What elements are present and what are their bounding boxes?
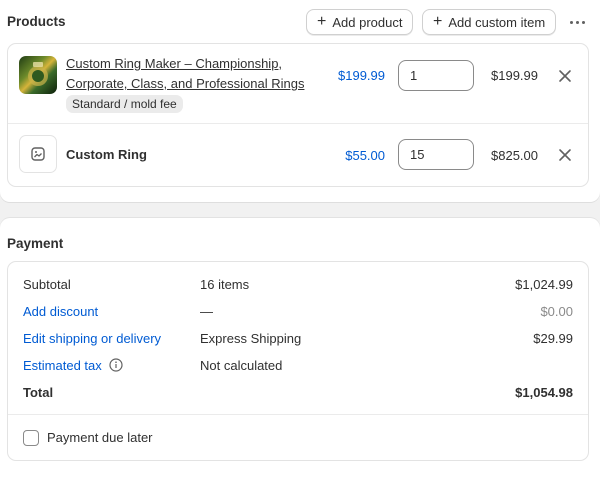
total-value: $1,054.98 [515,385,573,400]
payment-due-later-checkbox[interactable] [23,430,39,446]
plus-icon: + [317,13,327,30]
edit-shipping-link[interactable]: Edit shipping or delivery [23,331,161,346]
divider [8,414,588,415]
product-name-line1: Custom Ring Maker – Championship, [66,56,283,71]
payment-card: Subtotal 16 items $1,024.99 Add discount… [7,261,589,461]
quantity-input[interactable] [398,60,474,91]
line-total: $825.00 [491,148,538,163]
line-item: Custom Ring $55.00 $825.00 [8,124,588,187]
remove-item-icon[interactable] [558,148,572,162]
more-actions-icon[interactable] [566,13,588,31]
line-item: Custom Ring Maker – Championship, Corpor… [8,44,588,123]
products-heading: Products [7,14,66,29]
plus-icon: + [433,13,443,30]
payment-section: Payment Subtotal 16 items $1,024.99 Add … [0,218,600,478]
estimated-tax-label: Estimated tax [23,358,102,373]
line-total: $199.99 [491,68,538,83]
quantity-input[interactable] [398,139,474,170]
products-section: Products + Add product + Add custom item… [0,0,600,202]
product-name-link[interactable]: Custom Ring Maker – Championship, Corpor… [66,54,304,94]
add-custom-item-button[interactable]: + Add custom item [422,9,557,35]
tax-detail: Not calculated [200,358,283,373]
payment-heading: Payment [7,236,64,251]
unit-price-link[interactable]: $199.99 [338,68,385,83]
product-thumbnail [19,56,57,94]
total-label: Total [23,385,54,400]
add-product-button[interactable]: + Add product [306,9,414,35]
info-icon[interactable] [109,358,123,372]
image-placeholder-icon [31,147,45,161]
add-custom-item-label: Add custom item [448,14,546,30]
product-placeholder [19,135,57,173]
subtotal-value: $1,024.99 [515,277,573,292]
payment-due-later-label[interactable]: Payment due later [47,430,153,445]
shipping-value: $29.99 [533,331,573,346]
variant-badge: Standard / mold fee [66,95,183,113]
add-product-label: Add product [332,14,403,30]
estimated-tax-link[interactable]: Estimated tax [23,358,123,373]
unit-price-link[interactable]: $55.00 [345,148,385,163]
remove-item-icon[interactable] [558,69,572,83]
subtotal-detail: 16 items [200,277,250,292]
product-name[interactable]: Custom Ring [66,145,147,165]
product-name-line2: Corporate, Class, and Professional Rings [66,76,305,91]
add-discount-link[interactable]: Add discount [23,304,98,319]
discount-detail: — [200,304,213,319]
line-items-card: Custom Ring Maker – Championship, Corpor… [7,43,589,187]
discount-value: $0.00 [540,304,573,319]
subtotal-label: Subtotal [23,277,71,292]
shipping-detail: Express Shipping [200,331,302,346]
